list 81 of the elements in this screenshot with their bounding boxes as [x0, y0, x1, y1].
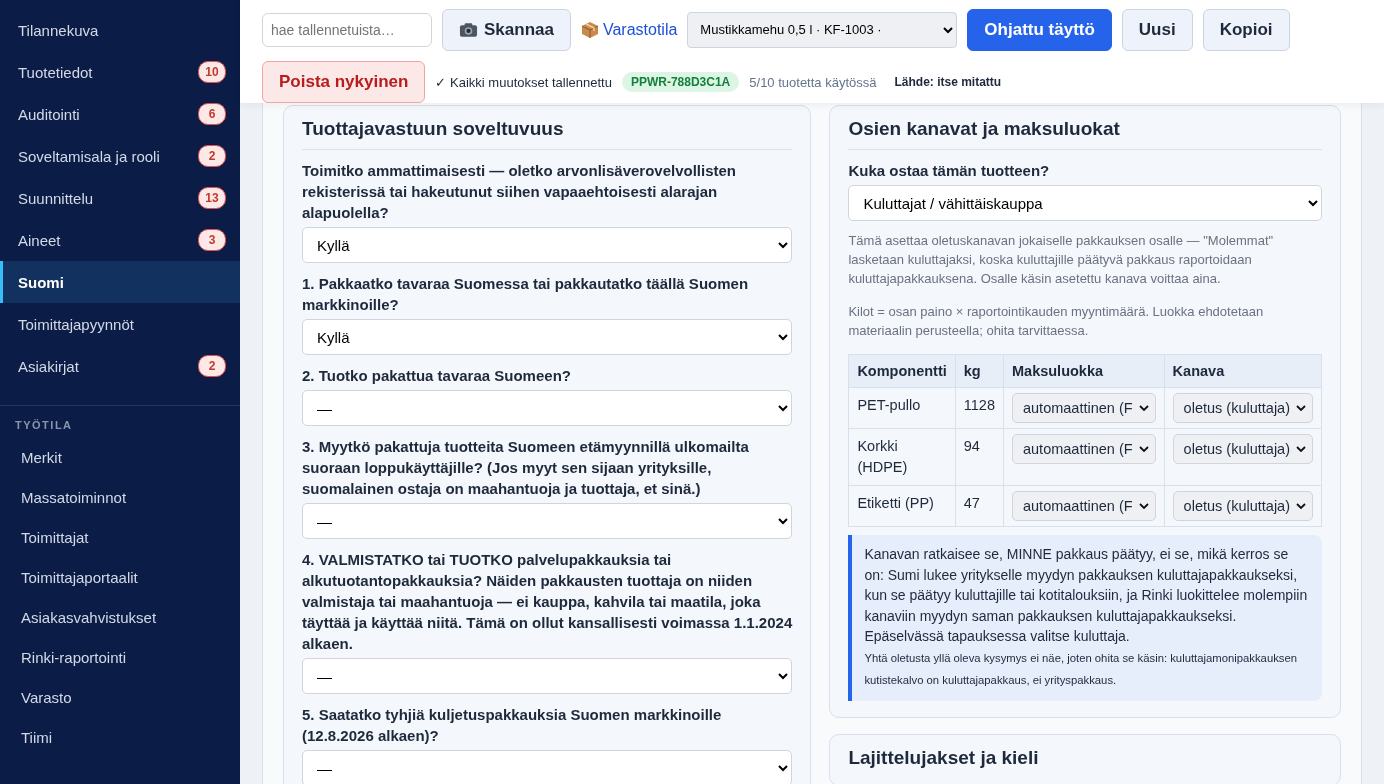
column-header: Kanava — [1164, 354, 1322, 388]
channel-select[interactable]: oletus (kuluttaja) — [1172, 393, 1313, 423]
nav-item[interactable]: Aineet 3 — [0, 219, 240, 261]
count-badge: 2 — [198, 145, 226, 167]
nav-item[interactable]: Tiimi — [0, 717, 240, 757]
question-label: 4. VALMISTATKO tai TUOTKO palvelupakkauksia tai alkutuotantopakkauksia? Näiden pakkausten tuottaja on niiden valmistaja tai maahantuoja — ei kauppa, kahvila tai maatila, joka täyttää ja käyttää niitä. Tämä on ollut kansallisesti voimassa 1.1.2024 alkaen. — [302, 550, 793, 654]
chevron-icon — [1138, 405, 1149, 411]
table-cell: Etiketti (PP) — [848, 485, 956, 527]
chevron-icon — [1296, 503, 1306, 509]
fee-class-select[interactable]: automaattinen (F — [1012, 393, 1156, 423]
nav-item[interactable]: Toimittajaportaalit — [0, 557, 240, 597]
chevron-icon — [1138, 446, 1149, 452]
nav-item[interactable]: Toimittajat — [0, 517, 240, 557]
source-label: Lähde: itse mitattu — [894, 75, 1002, 89]
new-button[interactable]: Uusi — [1121, 8, 1193, 51]
chevron-icon — [1138, 503, 1149, 509]
card-title: Lajittelujakset ja kieli — [848, 746, 1040, 769]
fee-class-select[interactable]: automaattinen (F — [1012, 434, 1156, 464]
nav-item[interactable]: Toimittajapyynnöt — [0, 303, 240, 345]
nav-item[interactable]: Auditointi 6 — [0, 93, 240, 135]
product-id-tag: PPWR-788D3C1A — [621, 72, 740, 92]
answer-select[interactable]: — — [302, 390, 793, 426]
channel-select[interactable]: oletus (kuluttaja) — [1172, 434, 1313, 464]
question-label: 3. Myytkö pakattuja tuotteita Suomeen etämyynnillä ulkomailta suoraan loppukäyttäjille? (Jos myyt sen sijaan yrityksille, suomalainen ostaja on maahantuoja ja tuottaja, et sinä.) — [302, 437, 750, 499]
column-header: Maksuluokka — [1003, 354, 1165, 388]
nav-item[interactable]: Varasto — [0, 677, 240, 717]
copy-button[interactable]: Kopioi — [1202, 8, 1290, 51]
answer-select[interactable]: Kyllä — [302, 319, 793, 355]
guided-fill-button[interactable]: Ohjattu täyttö — [967, 8, 1112, 51]
usage-count: 5/10 tuotetta käytössä — [749, 74, 877, 90]
question-label: 2. Tuotko pakattua tavaraa Suomeen? — [302, 366, 572, 386]
delete-button[interactable]: Poista nykyinen — [262, 61, 426, 103]
column-header: Komponentti — [848, 354, 956, 388]
nav-item[interactable]: Tuotetiedot 10 — [0, 51, 240, 93]
table-cell: 1128 — [955, 387, 1004, 429]
table-cell: PET-pullo — [848, 387, 956, 429]
search-field[interactable]: hae tallennetuista… — [262, 12, 432, 47]
buyer-select[interactable]: Kuluttajat / vähittäiskauppa — [848, 185, 1322, 221]
question-label: 1. Pakkaatko tavaraa Suomessa tai pakkautatko täällä Suomen markkinoille? — [302, 274, 750, 315]
help-text: Kilot = osan paino × raportointikauden myyntimäärä. Luokka ehdotetaan materiaalin perusteella; ohita tarvittaessa. — [848, 303, 1265, 340]
nav-item[interactable]: Asiakirjat 2 — [0, 345, 240, 387]
count-badge: 10 — [198, 61, 226, 83]
question-label: Toimitko ammattimaisesti — oletko arvonlisäverovelvollisten rekisterissä tai hakeutunut siihen vapaaehtoisesti alarajan alapuolella? — [302, 161, 738, 223]
nav-item[interactable]: Suunnittelu 13 — [0, 177, 240, 219]
nav-item[interactable]: Soveltamisala ja rooli 2 — [0, 135, 240, 177]
section-title: TYÖTILA — [14, 418, 74, 433]
card-title: Osien kanavat ja maksuluokat — [848, 118, 1322, 150]
package-icon — [580, 20, 599, 39]
question-label: Kuka ostaa tämän tuotteen? — [848, 161, 1051, 181]
answer-select[interactable]: Kyllä — [302, 227, 793, 263]
product-select[interactable]: Mustikkamehu 0,5 l · KF-1003 · — [687, 11, 958, 48]
scan-button[interactable]: Skannaa — [442, 8, 571, 51]
column-header: kg — [955, 354, 1004, 388]
stock-link[interactable]: Varastotila — [602, 20, 678, 39]
nav-item[interactable]: Rinki-raportointi — [0, 637, 240, 677]
answer-select[interactable]: — — [302, 750, 793, 784]
fee-class-select[interactable]: automaattinen (F — [1012, 491, 1156, 521]
help-text: Tämä asettaa oletuskanavan jokaiselle pakkauksen osalle — "Molemmat" lasketaan kuluttajaksi, koska kuluttajille päätyvä pakkaus raportoidaan kuluttajapakkauksena. Osalle käsin asetettu kanava voittaa aina. — [848, 232, 1275, 288]
nav-item[interactable]: Suomi — [0, 261, 240, 303]
count-badge: 13 — [198, 187, 226, 209]
info-text: Kanavan ratkaisee se, MINNE pakkaus päätyy, ei se, mikä kerros se on: Sumi lukee yritykselle myydyn pakkauksen kuluttajapakkaukseksi, kun se päätyy kuluttajille tai kotitalouksiin, ja Rinki luokittelee molempiin kanaviin myydyn saman pakkauksen kuluttajapakkaukseksi. Epäselvässä tapauksessa valitse kuluttaja. — [864, 545, 1309, 646]
nav-item[interactable]: Massatoiminnot — [0, 477, 240, 517]
nav-item[interactable]: Merkit — [0, 437, 240, 477]
table-cell: Korkki (HDPE) — [848, 428, 956, 486]
table-cell: 94 — [955, 428, 1004, 486]
answer-select[interactable]: — — [302, 503, 793, 539]
chevron-icon — [1296, 446, 1306, 452]
chevron-icon — [1296, 405, 1306, 411]
card-title: Tuottajavastuun soveltuvuus — [302, 118, 793, 150]
answer-select[interactable]: — — [302, 658, 793, 694]
nav-item[interactable]: Asiakasvahvistukset — [0, 597, 240, 637]
save-status: ✓ Kaikki muutokset tallennettu — [435, 74, 612, 90]
info-note: Yhtä oletusta yllä oleva kysymys ei näe, joten ohita se käsin: kuluttajamonipakkauksen kutistekalvo on kuluttajapakkaus, ei yrityspakkaus. — [864, 650, 1299, 688]
question-label: 5. Saatatko tyhjiä kuljetuspakkauksia Suomen markkinoille (12.8.2026 alkaen)? — [302, 705, 723, 746]
channel-select[interactable]: oletus (kuluttaja) — [1172, 491, 1313, 521]
count-badge: 2 — [198, 355, 226, 377]
count-badge: 6 — [198, 103, 226, 125]
count-badge: 3 — [198, 229, 226, 251]
camera-icon — [459, 21, 478, 38]
table-cell: 47 — [955, 485, 1004, 527]
nav-item[interactable]: Tilannekuva — [0, 9, 240, 51]
